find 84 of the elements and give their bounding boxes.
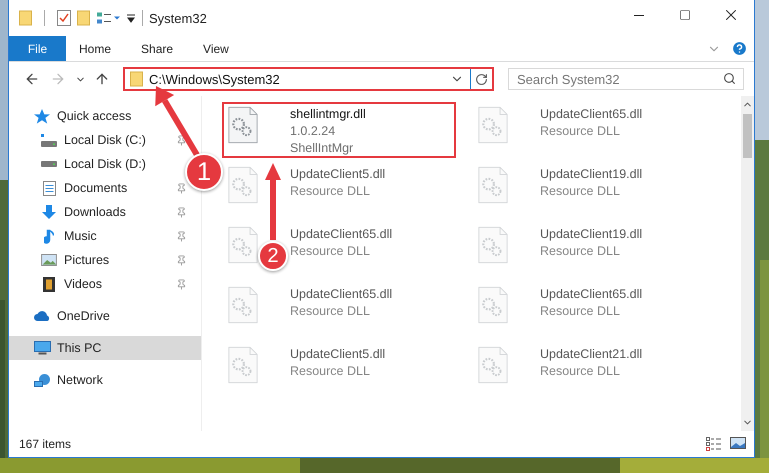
sidebar-item[interactable]: Videos	[9, 272, 106, 296]
file-name: UpdateClient21.dll	[540, 347, 642, 361]
download-icon	[42, 205, 56, 219]
file-name: UpdateClient5.dll	[290, 167, 386, 181]
cloud-icon	[34, 311, 50, 321]
maximize-icon	[679, 9, 691, 21]
sidebar-item[interactable]: Music	[9, 224, 101, 248]
ribbon-tab[interactable]: View	[190, 36, 246, 61]
gear-document-icon	[228, 286, 258, 324]
search-icon	[723, 72, 736, 85]
file-detail: Resource DLL	[540, 364, 621, 378]
scroll-thumb[interactable]	[743, 114, 752, 158]
search-field[interactable]: Search System32	[508, 68, 744, 90]
file-name: shellintmgr.dll	[290, 107, 366, 121]
properties-icon[interactable]	[96, 12, 120, 24]
file-name: UpdateClient19.dll	[540, 167, 642, 181]
film-icon	[43, 276, 55, 292]
pin-icon[interactable]	[176, 206, 187, 218]
file-name: UpdateClient65.dll	[290, 227, 392, 241]
item-count: 167 items	[19, 437, 72, 451]
file-detail: Resource DLL	[290, 304, 371, 318]
caret-icon[interactable]	[126, 14, 136, 22]
arrow	[155, 86, 200, 157]
folder-icon	[19, 10, 32, 26]
picture-icon	[41, 254, 57, 266]
refresh-icon	[475, 72, 488, 86]
file-detail: Resource DLL	[540, 244, 621, 258]
file-detail: ShellIntMgr	[290, 141, 354, 155]
folder-icon	[130, 71, 143, 87]
checklist-icon[interactable]	[57, 10, 71, 26]
window-title: System32	[149, 10, 207, 26]
gear-document-icon	[228, 166, 258, 204]
monitor-icon	[34, 341, 50, 355]
ribbon-tab[interactable]: Share	[128, 36, 190, 61]
pin-icon[interactable]	[176, 182, 187, 194]
file-name: UpdateClient5.dll	[290, 347, 386, 361]
drive-icon	[41, 161, 57, 167]
file-detail: Resource DLL	[290, 244, 371, 258]
file-detail: Resource DLL	[290, 184, 371, 198]
sidebar-item[interactable]: Local Disk (C:)	[9, 128, 150, 152]
gear-document-icon	[478, 346, 508, 384]
sidebar-item[interactable]: Pictures	[9, 248, 114, 272]
gear-document-icon	[228, 106, 258, 144]
sidebar-item[interactable]: Documents	[9, 176, 132, 200]
document-icon	[42, 180, 56, 196]
pin-icon[interactable]	[176, 230, 187, 242]
pin-icon[interactable]	[176, 134, 187, 146]
music-note-icon	[44, 228, 54, 244]
folder-icon	[77, 10, 90, 26]
file-name: UpdateClient65.dll	[540, 107, 642, 121]
sidebar-item[interactable]: Network	[9, 368, 107, 392]
gear-document-icon	[228, 346, 258, 384]
gear-document-icon	[478, 166, 508, 204]
file-detail: Resource DLL	[540, 304, 621, 318]
file-detail: Resource DLL	[540, 184, 621, 198]
ribbon-tab[interactable]: Home	[66, 36, 128, 61]
file-detail: Resource DLL	[290, 364, 371, 378]
sidebar-item[interactable]: Quick access	[9, 104, 136, 128]
file-menu-button[interactable]: File	[9, 36, 66, 61]
gear-document-icon	[478, 226, 508, 264]
sidebar-item[interactable]: OneDrive	[9, 304, 114, 328]
pin-icon[interactable]	[176, 278, 187, 290]
scrollbar[interactable]	[741, 96, 754, 431]
gear-document-icon	[478, 286, 508, 324]
gear-document-icon	[228, 226, 258, 264]
pin-icon[interactable]	[176, 254, 187, 266]
file-detail: Resource DLL	[540, 124, 621, 138]
thumbnail-view-icon[interactable]	[730, 437, 746, 449]
sidebar-item[interactable]: This PC	[9, 336, 201, 360]
minimize-icon	[634, 14, 644, 16]
sidebar-item[interactable]: Local Disk (D:)	[9, 152, 150, 176]
file-detail: 1.0.2.24	[290, 124, 336, 138]
details-view-icon[interactable]	[706, 437, 722, 451]
network-icon	[34, 374, 50, 386]
file-item[interactable]: shellintmgr.dll 1.0.2.24 ShellIntMgr	[222, 102, 456, 158]
help-icon[interactable]	[731, 40, 748, 57]
file-name: UpdateClient65.dll	[290, 287, 392, 301]
star-icon	[34, 108, 50, 124]
address-bar[interactable]: C:\Windows\System32	[123, 67, 494, 91]
file-name: UpdateClient19.dll	[540, 227, 642, 241]
gear-document-icon	[478, 106, 508, 144]
file-name: UpdateClient65.dll	[540, 287, 642, 301]
sidebar-item[interactable]: Downloads	[9, 200, 130, 224]
drive-icon	[41, 134, 57, 146]
